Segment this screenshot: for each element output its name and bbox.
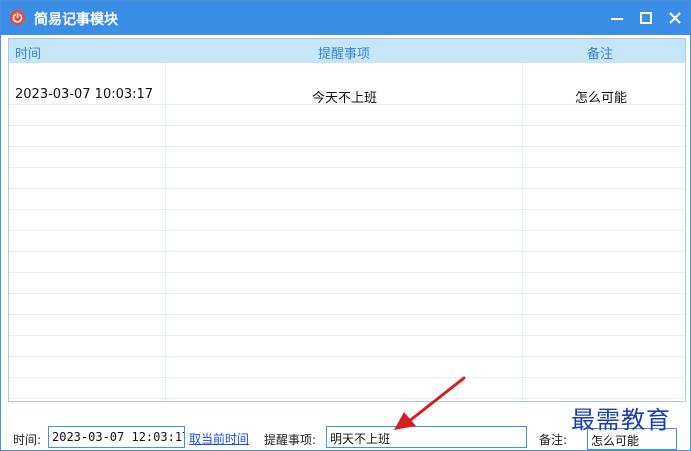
note-label: 备注: (539, 433, 568, 447)
title-bar[interactable]: 简易记事模块 (1, 1, 690, 35)
table-row[interactable] (9, 294, 685, 315)
table-row[interactable] (9, 168, 685, 189)
table-row[interactable] (9, 378, 685, 399)
table-row[interactable] (9, 210, 685, 231)
notes-table[interactable]: 时间 提醒事项 备注 2023-03-07 10:03:17 今天不上班 怎么可能 (8, 38, 686, 402)
time-input[interactable]: 2023-03-07 12:03:17 (48, 426, 185, 448)
window-title: 简易记事模块 (34, 12, 118, 28)
app-window: 简易记事模块 时间 提醒事项 备注 2023-03-07 10:03:17 今天不… (0, 0, 691, 451)
maximize-icon[interactable] (633, 5, 659, 31)
column-header-item[interactable]: 提醒事项 (318, 43, 370, 62)
cell-time: 2023-03-07 10:03:17 (15, 87, 154, 102)
get-current-time-link[interactable]: 取当前时间 (189, 430, 249, 447)
table-row[interactable] (9, 357, 685, 378)
cell-note: 怎么可能 (575, 91, 628, 106)
column-header-time[interactable]: 时间 (15, 43, 41, 62)
table-row[interactable] (9, 252, 685, 273)
table-row[interactable] (9, 147, 685, 168)
watermark-logo: 最需教育 (571, 406, 671, 434)
table-row[interactable] (9, 126, 685, 147)
table-row[interactable] (9, 189, 685, 210)
column-header-note[interactable]: 备注 (587, 43, 613, 62)
time-label: 时间: (13, 433, 42, 447)
table-row[interactable] (9, 336, 685, 357)
table-row[interactable] (9, 315, 685, 336)
item-label: 提醒事项: (264, 433, 317, 447)
table-header: 时间 提醒事项 备注 (9, 39, 685, 63)
table-row[interactable]: 2023-03-07 10:03:17 今天不上班 怎么可能 (9, 84, 685, 106)
table-row[interactable] (9, 231, 685, 252)
table-row[interactable] (9, 105, 685, 126)
arrow-annotation (394, 376, 466, 430)
power-icon (10, 10, 25, 25)
table-row[interactable] (9, 273, 685, 294)
minimize-icon[interactable] (604, 5, 630, 31)
cell-item: 今天不上班 (312, 91, 378, 106)
close-icon[interactable] (662, 5, 688, 31)
